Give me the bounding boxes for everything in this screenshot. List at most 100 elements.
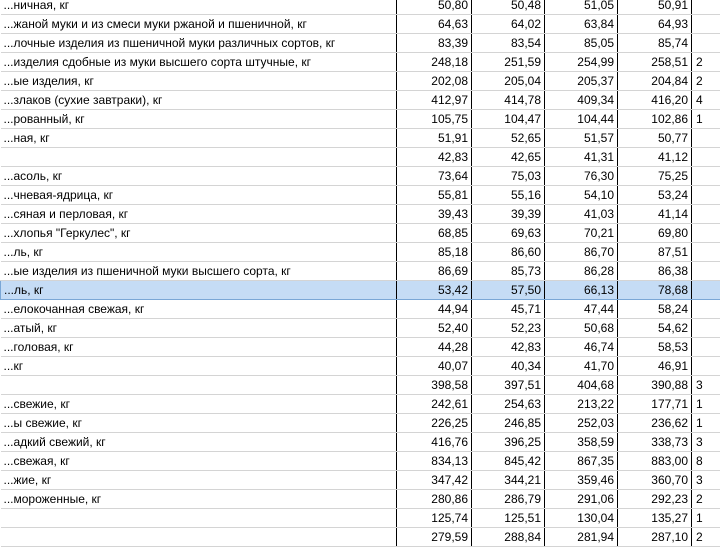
table-row[interactable]: ...чневая-ядрица, кг55,8155,1654,1053,24 [1, 186, 720, 205]
product-name-cell[interactable]: ...адкий свежий, кг [1, 433, 397, 452]
value-cell-col1[interactable]: 55,81 [397, 186, 472, 205]
value-cell-col4[interactable]: 78,68 [618, 281, 692, 300]
table-row[interactable]: ...асоль, кг73,6475,0376,3075,25 [1, 167, 720, 186]
value-cell-col1[interactable]: 248,18 [397, 53, 472, 72]
product-name-cell[interactable]: ...рованный, кг [1, 110, 397, 129]
product-name-cell[interactable]: ...атый, кг [1, 319, 397, 338]
value-cell-col1[interactable]: 280,86 [397, 490, 472, 509]
value-cell-col3[interactable]: 66,13 [545, 281, 618, 300]
value-cell-col3[interactable]: 51,57 [545, 129, 618, 148]
value-cell-col2[interactable]: 50,48 [472, 0, 545, 15]
table-row[interactable]: ...мороженные, кг280,86286,79291,06292,2… [1, 490, 720, 509]
table-row[interactable]: ...жие, кг347,42344,21359,46360,703 [1, 471, 720, 490]
value-cell-col4[interactable]: 75,25 [618, 167, 692, 186]
table-row[interactable]: ...головая, кг44,2842,8346,7458,53 [1, 338, 720, 357]
value-cell-col3[interactable]: 205,37 [545, 72, 618, 91]
value-cell-col1[interactable]: 42,83 [397, 148, 472, 167]
value-cell-col1[interactable]: 40,07 [397, 357, 472, 376]
product-name-cell[interactable]: ...ная, кг [1, 129, 397, 148]
value-cell-col2[interactable]: 288,84 [472, 528, 545, 547]
value-cell-col1[interactable]: 416,76 [397, 433, 472, 452]
product-name-cell[interactable]: ...ничная, кг [1, 0, 397, 15]
table-row[interactable]: 42,8342,6541,3141,12 [1, 148, 720, 167]
value-cell-col2[interactable]: 286,79 [472, 490, 545, 509]
value-cell-col4[interactable]: 46,91 [618, 357, 692, 376]
value-cell-col1[interactable]: 86,69 [397, 262, 472, 281]
value-cell-col3[interactable]: 359,46 [545, 471, 618, 490]
product-name-cell[interactable] [1, 148, 397, 167]
value-cell-col4[interactable]: 53,24 [618, 186, 692, 205]
value-cell-col3[interactable]: 76,30 [545, 167, 618, 186]
value-cell-col4[interactable]: 41,14 [618, 205, 692, 224]
table-row[interactable]: ...свежие, кг242,61254,63213,22177,711 [1, 395, 720, 414]
value-cell-col4[interactable]: 258,51 [618, 53, 692, 72]
value-cell-col3[interactable]: 86,70 [545, 243, 618, 262]
value-cell-col5[interactable]: 2 [692, 528, 720, 547]
value-cell-col4[interactable]: 86,38 [618, 262, 692, 281]
value-cell-col4[interactable]: 50,91 [618, 0, 692, 15]
product-name-cell[interactable]: ...асоль, кг [1, 167, 397, 186]
value-cell-col3[interactable]: 213,22 [545, 395, 618, 414]
value-cell-col3[interactable]: 41,70 [545, 357, 618, 376]
table-row[interactable]: ...ы свежие, кг226,25246,85252,03236,621 [1, 414, 720, 433]
value-cell-col5[interactable] [692, 338, 720, 357]
product-name-cell[interactable]: ...сяная и перловая, кг [1, 205, 397, 224]
value-cell-col4[interactable]: 85,74 [618, 34, 692, 53]
value-cell-col5[interactable] [692, 129, 720, 148]
value-cell-col5[interactable] [692, 34, 720, 53]
value-cell-col4[interactable]: 58,53 [618, 338, 692, 357]
value-cell-col5[interactable]: 2 [692, 490, 720, 509]
value-cell-col5[interactable] [692, 0, 720, 15]
value-cell-col1[interactable]: 398,58 [397, 376, 472, 395]
value-cell-col1[interactable]: 83,39 [397, 34, 472, 53]
value-cell-col5[interactable]: 3 [692, 433, 720, 452]
value-cell-col4[interactable]: 338,73 [618, 433, 692, 452]
value-cell-col1[interactable]: 53,42 [397, 281, 472, 300]
value-cell-col4[interactable]: 390,88 [618, 376, 692, 395]
product-name-cell[interactable]: ...ль, кг [1, 281, 397, 300]
value-cell-col4[interactable]: 64,93 [618, 15, 692, 34]
value-cell-col4[interactable]: 69,80 [618, 224, 692, 243]
value-cell-col3[interactable]: 54,10 [545, 186, 618, 205]
value-cell-col3[interactable]: 281,94 [545, 528, 618, 547]
value-cell-col1[interactable]: 51,91 [397, 129, 472, 148]
value-cell-col5[interactable] [692, 148, 720, 167]
product-name-cell[interactable]: ...злаков (сухие завтраки), кг [1, 91, 397, 110]
value-cell-col5[interactable]: 2 [692, 72, 720, 91]
value-cell-col5[interactable] [692, 281, 720, 300]
value-cell-col2[interactable]: 52,23 [472, 319, 545, 338]
value-cell-col2[interactable]: 52,65 [472, 129, 545, 148]
table-row[interactable]: ...кг40,0740,3441,7046,91 [1, 357, 720, 376]
value-cell-col1[interactable]: 105,75 [397, 110, 472, 129]
table-row[interactable]: 125,74125,51130,04135,271 [1, 509, 720, 528]
value-cell-col2[interactable]: 397,51 [472, 376, 545, 395]
value-cell-col4[interactable]: 87,51 [618, 243, 692, 262]
table-row[interactable]: 398,58397,51404,68390,883 [1, 376, 720, 395]
value-cell-col2[interactable]: 414,78 [472, 91, 545, 110]
value-cell-col1[interactable]: 68,85 [397, 224, 472, 243]
value-cell-col2[interactable]: 75,03 [472, 167, 545, 186]
value-cell-col3[interactable]: 358,59 [545, 433, 618, 452]
value-cell-col5[interactable]: 1 [692, 414, 720, 433]
value-cell-col5[interactable]: 8 [692, 452, 720, 471]
value-cell-col5[interactable]: 1 [692, 395, 720, 414]
product-name-cell[interactable]: ...мороженные, кг [1, 490, 397, 509]
product-name-cell[interactable]: ...ль, кг [1, 243, 397, 262]
value-cell-col5[interactable] [692, 224, 720, 243]
product-name-cell[interactable]: ...изделия сдобные из муки высшего сорта… [1, 53, 397, 72]
value-cell-col3[interactable]: 41,03 [545, 205, 618, 224]
product-name-cell[interactable]: ...елокочанная свежая, кг [1, 300, 397, 319]
product-name-cell[interactable]: ...ы свежие, кг [1, 414, 397, 433]
value-cell-col4[interactable]: 236,62 [618, 414, 692, 433]
value-cell-col2[interactable]: 40,34 [472, 357, 545, 376]
value-cell-col2[interactable]: 125,51 [472, 509, 545, 528]
value-cell-col1[interactable]: 64,63 [397, 15, 472, 34]
value-cell-col5[interactable]: 1 [692, 110, 720, 129]
value-cell-col3[interactable]: 41,31 [545, 148, 618, 167]
table-row[interactable]: ...изделия сдобные из муки высшего сорта… [1, 53, 720, 72]
value-cell-col3[interactable]: 409,34 [545, 91, 618, 110]
value-cell-col5[interactable]: 3 [692, 471, 720, 490]
value-cell-col5[interactable] [692, 167, 720, 186]
value-cell-col2[interactable]: 254,63 [472, 395, 545, 414]
value-cell-col4[interactable]: 416,20 [618, 91, 692, 110]
